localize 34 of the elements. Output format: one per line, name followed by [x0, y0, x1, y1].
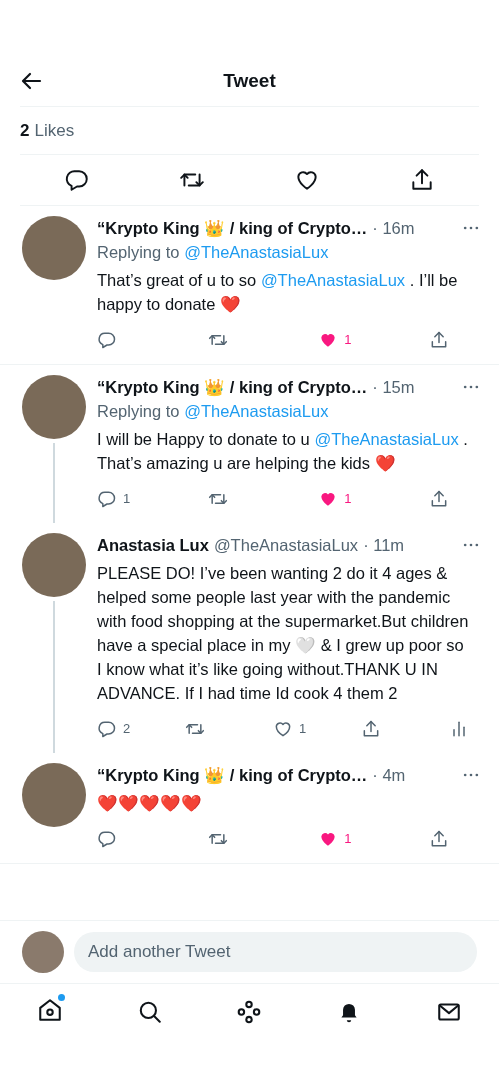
reply-icon[interactable] — [97, 330, 117, 350]
avatar — [22, 931, 64, 973]
tweet-text: I will be Happy to donate to u @TheAnastasiaLux . That’s amazing u are helping the kids ❤ — [97, 429, 469, 474]
tweet-text: That’s great of u to so @TheAnastasiaLux . I’ll be happy to donate ❤ — [97, 270, 459, 315]
author-name[interactable]: Anastasia Lux — [97, 533, 209, 557]
author-name[interactable]: “Krypto King 👑 / king of Crypto… — [97, 763, 368, 787]
like-count: 1 — [299, 720, 307, 738]
reply-context: Replying to @TheAnastasiaLux — [97, 401, 330, 422]
like-count: 1 — [344, 490, 352, 508]
timestamp: · 16m — [372, 218, 415, 239]
reply-icon[interactable] — [97, 719, 117, 739]
reply-context: Replying to @TheAnastasiaLux — [97, 242, 330, 263]
timestamp: · 11m — [363, 535, 405, 556]
reply-field[interactable]: Add another Tweet — [74, 932, 477, 972]
home-icon[interactable] — [36, 997, 63, 1023]
reply-count: 1 — [123, 490, 131, 508]
page-title: Tweet — [223, 70, 276, 92]
tweet-text: ❤❤❤❤❤ — [97, 793, 203, 814]
circles-icon[interactable] — [236, 999, 263, 1025]
author-name[interactable]: “Krypto King 👑 / king of Crypto… — [97, 216, 368, 240]
like-count: 1 — [344, 830, 352, 848]
likes-count[interactable]: 2 Likes — [20, 107, 479, 155]
author-handle: @TheAnastasiaLux — [213, 535, 359, 556]
author-name[interactable]: “Krypto King 👑 / king of Crypto… — [97, 375, 368, 399]
reply-icon[interactable] — [97, 829, 117, 849]
timestamp: · 15m — [372, 377, 415, 398]
reply-icon[interactable] — [64, 167, 91, 193]
like-count: 1 — [344, 331, 352, 349]
reply-icon[interactable] — [97, 489, 117, 509]
tweet-text: PLEASE DO! I’ve been wanting 2 do it 4 ages & helped some people last year with the pandemic with food shopping at the supermarket.But children have a special place in my 🤍 & I grew up poor so I know what it’s like going without.THANK U IN ADVANCE. If I had time Id cook 4 them 2 — [97, 563, 470, 704]
reply-count: 2 — [123, 720, 131, 738]
like-icon[interactable] — [273, 719, 293, 739]
timestamp: · 4m — [372, 765, 406, 786]
share-icon[interactable] — [361, 719, 381, 739]
